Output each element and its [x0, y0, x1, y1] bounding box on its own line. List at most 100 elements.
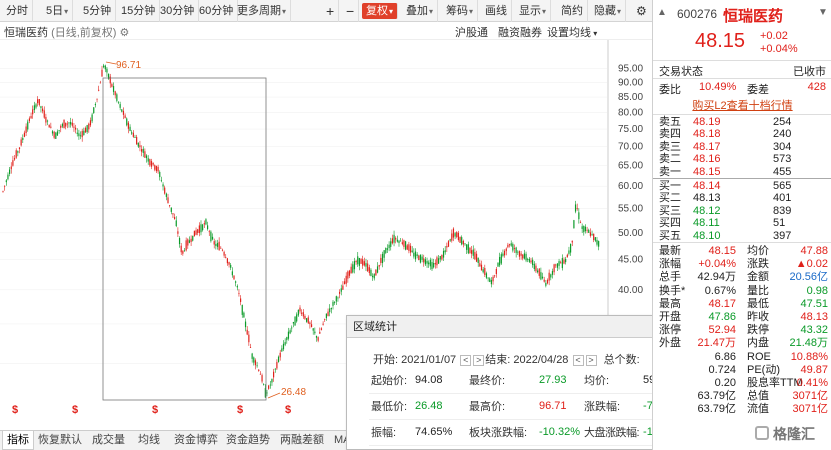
tab-15min[interactable]: 15分钟 — [117, 0, 161, 22]
tab-5min[interactable]: 5分钟 — [79, 0, 117, 22]
tab-margin-diff[interactable]: 两融差额 — [276, 431, 328, 450]
candle-body — [56, 131, 59, 136]
stats-table: 起始价: 94.08 最终价: 27.93 均价: 59.18 最低价: 26.… — [369, 367, 687, 446]
chevron-up-icon[interactable]: ▲ — [657, 7, 667, 18]
tab-60min[interactable]: 60分钟 — [195, 0, 239, 22]
chevron-left-icon[interactable]: < — [572, 354, 584, 366]
draw-line-button[interactable]: 画线 — [481, 0, 512, 22]
quote-stat-row: 换手* 0.67% 量比 0.98 — [659, 284, 828, 297]
candle-body — [71, 122, 73, 126]
candle-body — [289, 330, 291, 334]
bid-level: 买二 48.13 401 — [659, 192, 792, 205]
chart-header: 恒瑞医药 (日线,前复权) ⚙ 沪股通 融资融券 设置均线 ▾ — [0, 22, 652, 40]
tab-intraday[interactable]: 分时 — [2, 0, 33, 22]
tab-fund-trend[interactable]: 资金趋势 — [222, 431, 274, 450]
quote-stat-row: 总手 42.94万 金额 20.56亿 — [659, 271, 828, 284]
candle-body — [317, 337, 319, 341]
candle-body — [315, 335, 318, 338]
candle-body — [117, 101, 120, 103]
promo-link[interactable]: 购买L2查看十档行情 — [653, 97, 831, 113]
price-tick-label: 95.00 — [618, 64, 643, 75]
candle-body — [322, 323, 324, 325]
candle-body — [240, 298, 242, 302]
candle-body — [490, 280, 492, 285]
candle-body — [10, 166, 12, 170]
candle-body — [46, 120, 49, 122]
dividend-icon[interactable]: $ — [152, 404, 158, 416]
date-range: 开始: 2021/01/07 < > 结束: 2022/04/28 < > 总个数: … — [373, 354, 673, 366]
zoom-out-button[interactable]: − — [342, 0, 360, 22]
tab-fund-game[interactable]: 资金博弈 — [170, 431, 222, 450]
candle-body — [195, 230, 197, 235]
candle-body — [508, 244, 511, 246]
candle-body — [73, 126, 75, 128]
candle-body — [428, 262, 430, 265]
dividend-icon[interactable]: $ — [72, 404, 78, 416]
overlay-button[interactable]: 叠加▾ — [402, 0, 439, 22]
candle-body — [37, 99, 39, 104]
candle-body — [438, 258, 440, 264]
dividend-icon[interactable]: $ — [285, 404, 291, 416]
chevron-right-icon[interactable]: > — [585, 354, 597, 366]
tab-restore-default[interactable]: 恢复默认 — [34, 431, 86, 450]
chevron-down-icon: ▾ — [389, 7, 394, 16]
candle-body — [53, 131, 55, 138]
candle-body — [122, 110, 125, 115]
candle-body — [55, 132, 57, 139]
candle-body — [485, 273, 488, 278]
candle-body — [254, 360, 257, 366]
candle-body — [51, 131, 54, 134]
candle-body — [551, 271, 554, 275]
candle-body — [499, 257, 501, 266]
simple-button[interactable]: 简约 — [557, 0, 588, 22]
candle-body — [363, 261, 365, 266]
candle-body — [273, 371, 275, 378]
hide-button[interactable]: 隐藏▾ — [590, 0, 627, 22]
candle-body — [452, 228, 455, 238]
dividend-icon[interactable]: $ — [12, 404, 18, 416]
chevron-right-icon[interactable]: > — [473, 354, 485, 366]
link-hsgt[interactable]: 沪股通 — [455, 24, 488, 40]
chips-button[interactable]: 筹码▾ — [442, 0, 479, 22]
candle-body — [66, 123, 68, 125]
adjust-button[interactable]: 复权▾ — [362, 3, 399, 19]
tab-indicator[interactable]: 指标 — [2, 431, 34, 450]
candle-body — [127, 122, 129, 129]
candle-body — [169, 204, 171, 206]
candle-body — [347, 271, 349, 279]
settings-icon[interactable]: ⚙ — [120, 27, 130, 39]
candle-body — [167, 197, 169, 204]
chevron-left-icon[interactable]: < — [460, 354, 472, 366]
candle-body — [33, 105, 35, 111]
candle-body — [598, 241, 600, 247]
display-button[interactable]: 显示▾ — [515, 0, 552, 22]
candle-body — [150, 161, 153, 167]
ma-settings[interactable]: 设置均线 ▾ — [547, 24, 597, 40]
candle-body — [466, 244, 468, 250]
selection-box[interactable] — [102, 77, 267, 401]
candle-body — [261, 375, 263, 382]
candle-body — [172, 213, 174, 215]
weibi-row: 委比 10.49% 委差 428 — [659, 81, 826, 96]
zoom-in-button[interactable]: + — [322, 0, 340, 22]
candle-body — [325, 313, 327, 319]
candle-body — [520, 253, 522, 256]
chevron-down-icon[interactable]: ▼ — [818, 7, 828, 18]
tab-30min[interactable]: 30分钟 — [156, 0, 200, 22]
candle-body — [249, 347, 252, 348]
tab-ma[interactable]: 均线 — [134, 431, 164, 450]
candle-body — [177, 231, 179, 234]
candle-body — [244, 321, 247, 328]
tab-5day[interactable]: 5日▾ — [42, 0, 74, 22]
candle-body — [381, 253, 384, 264]
settings-icon[interactable]: ⚙ — [632, 0, 651, 22]
tab-volume[interactable]: 成交量 — [88, 431, 129, 450]
candle-body — [124, 115, 126, 119]
candle-body — [426, 260, 428, 264]
candle-body — [467, 244, 469, 254]
candle-body — [23, 132, 26, 137]
dividend-icon[interactable]: $ — [237, 404, 243, 416]
link-margin[interactable]: 融资融券 — [498, 24, 542, 40]
tab-more-periods[interactable]: 更多周期▾ — [233, 0, 292, 22]
candle-body — [155, 166, 158, 172]
